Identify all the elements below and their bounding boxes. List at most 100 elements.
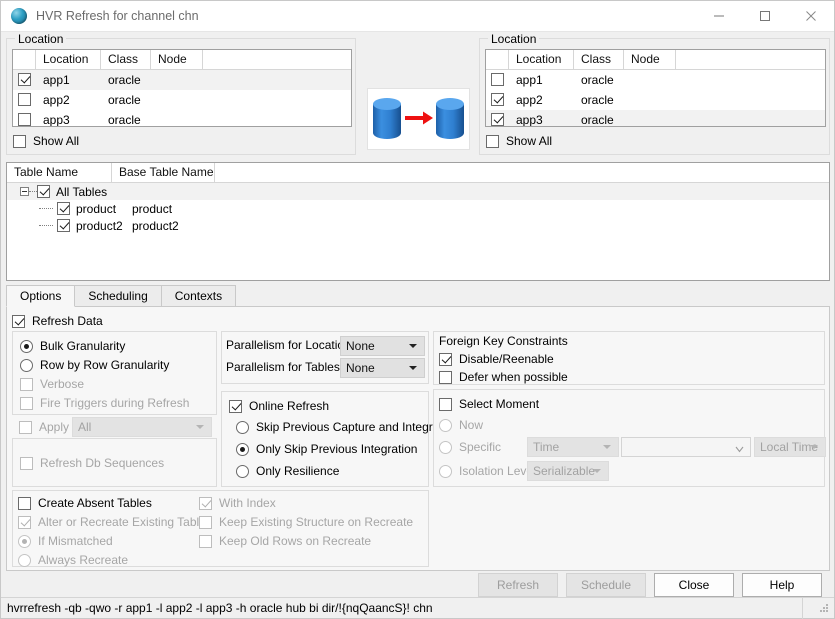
tab-options[interactable]: Options xyxy=(6,285,76,307)
source-col-location: Location xyxy=(36,50,101,70)
source-location-grid[interactable]: Location Class Node app1 oracle app2 ora… xyxy=(12,49,352,127)
select-moment-group: Select Moment Now Specific Time Local Ti… xyxy=(433,389,826,487)
chevron-down-icon xyxy=(593,469,601,473)
target-row-0-checkbox[interactable] xyxy=(486,70,509,90)
target-row-2-checkbox[interactable] xyxy=(486,110,509,126)
close-button[interactable]: Close xyxy=(654,573,734,597)
foreign-key-constraints-title: Foreign Key Constraints xyxy=(439,334,568,348)
target-col-location: Location xyxy=(509,50,574,70)
parallelism-tables-dropdown[interactable]: None xyxy=(340,358,425,378)
tree-item-all-tables[interactable]: All Tables xyxy=(7,183,829,200)
tab-contexts[interactable]: Contexts xyxy=(160,285,237,306)
table-row[interactable]: app1 oracle xyxy=(13,70,351,90)
minimize-icon[interactable] xyxy=(696,1,742,32)
moment-specific-label: Specific xyxy=(459,440,502,454)
target-col-node: Node xyxy=(624,50,676,70)
tables-header: Table Name Base Table Name xyxy=(7,163,829,183)
maximize-icon[interactable] xyxy=(742,1,788,32)
list-item[interactable]: product product xyxy=(7,200,829,217)
only-skip-previous-integration-radio[interactable]: Only Skip Previous Integration xyxy=(236,439,417,459)
table-row[interactable]: app3 oracle xyxy=(13,110,351,127)
close-icon[interactable] xyxy=(788,1,834,32)
with-index-checkbox: With Index xyxy=(199,493,276,513)
database-to-database-arrow xyxy=(367,88,470,150)
help-button[interactable]: Help xyxy=(742,573,822,597)
radio-dot xyxy=(439,440,452,454)
target-row-1-class: oracle xyxy=(581,93,614,107)
target-row-0-class: oracle xyxy=(581,73,614,87)
online-refresh-checkbox[interactable]: Online Refresh xyxy=(229,396,329,416)
target-row-2-class: oracle xyxy=(581,113,614,127)
parallelism-locations-dropdown[interactable]: None xyxy=(340,336,425,356)
row-by-row-granularity-radio[interactable]: Row by Row Granularity xyxy=(20,355,169,375)
chevron-down-icon xyxy=(196,425,204,429)
target-show-all-checkbox[interactable]: Show All xyxy=(486,131,552,151)
target-col-class: Class xyxy=(574,50,624,70)
source-col-node: Node xyxy=(151,50,203,70)
granularity-group: Bulk Granularity Row by Row Granularity … xyxy=(12,331,217,415)
resize-grip[interactable] xyxy=(816,600,832,616)
row-by-row-granularity-label: Row by Row Granularity xyxy=(40,358,170,372)
schedule-button[interactable]: Schedule xyxy=(566,573,646,597)
target-database-cylinder xyxy=(436,98,464,139)
defer-when-possible-checkbox[interactable]: Defer when possible xyxy=(439,367,568,387)
source-col-class: Class xyxy=(101,50,151,70)
radio-dot xyxy=(439,464,452,478)
tab-scheduling[interactable]: Scheduling xyxy=(74,285,162,306)
source-row-1-class: oracle xyxy=(108,93,141,107)
fire-triggers-checkbox: Fire Triggers during Refresh xyxy=(20,393,189,413)
source-row-0-location: app1 xyxy=(43,73,70,87)
create-absent-tables-checkbox[interactable]: Create Absent Tables xyxy=(18,493,152,513)
collapse-expander-icon[interactable] xyxy=(20,187,29,196)
checkbox-box xyxy=(439,352,452,366)
action-buttons: Refresh Schedule Close Help xyxy=(478,573,822,597)
skip-previous-capture-radio[interactable]: Skip Previous Capture and Integration xyxy=(236,417,459,437)
statusbar: hvrrefresh -qb -qwo -r app1 -l app2 -l a… xyxy=(1,597,834,619)
radio-dot xyxy=(439,418,452,432)
list-item[interactable]: product2 product2 xyxy=(7,217,829,234)
only-resilience-radio[interactable]: Only Resilience xyxy=(236,461,339,481)
source-row-1-checkbox[interactable] xyxy=(13,90,36,110)
refresh-button[interactable]: Refresh xyxy=(478,573,558,597)
target-location-grid[interactable]: Location Class Node app1 oracle app2 ora… xyxy=(485,49,826,127)
parallelism-locations-label: Parallelism for Locations xyxy=(226,338,357,352)
red-right-arrow xyxy=(405,111,433,125)
radio-dot xyxy=(18,534,31,548)
table-row[interactable]: app1 oracle xyxy=(486,70,825,90)
checkbox-box xyxy=(18,515,31,529)
source-show-all-checkbox[interactable]: Show All xyxy=(13,131,79,151)
source-row-0-checkbox[interactable] xyxy=(13,70,36,90)
table-row[interactable]: app2 oracle xyxy=(486,90,825,110)
alter-or-recreate-checkbox: Alter or Recreate Existing Tables xyxy=(18,512,212,532)
all-tables-checkbox[interactable] xyxy=(37,185,50,198)
if-mismatched-label: If Mismatched xyxy=(38,534,113,548)
tables-tree-grid[interactable]: Table Name Base Table Name All Tables pr… xyxy=(6,162,830,281)
table-product2-base-name: product2 xyxy=(132,218,179,233)
isolation-level-radio: Isolation Level xyxy=(439,461,536,481)
bulk-granularity-label: Bulk Granularity xyxy=(40,339,126,353)
table-row[interactable]: app2 oracle xyxy=(13,90,351,110)
bulk-granularity-radio[interactable]: Bulk Granularity xyxy=(20,336,125,356)
source-location-legend: Location xyxy=(15,32,67,46)
source-row-2-checkbox[interactable] xyxy=(13,110,36,126)
window-controls xyxy=(696,1,834,32)
titlebar: HVR Refresh for channel chn xyxy=(1,1,834,32)
table-row[interactable]: app3 oracle xyxy=(486,110,825,127)
tables-col-name: Table Name xyxy=(7,163,112,183)
table-product-checkbox[interactable] xyxy=(57,202,70,215)
apply-label: Apply xyxy=(39,420,70,434)
online-refresh-label: Online Refresh xyxy=(249,399,330,413)
transfer-graphic-svg xyxy=(373,98,464,139)
refresh-data-checkbox[interactable]: Refresh Data xyxy=(12,311,103,331)
radio-dot xyxy=(236,442,249,456)
target-row-2-location: app3 xyxy=(516,113,543,127)
if-mismatched-radio: If Mismatched xyxy=(18,531,113,551)
select-moment-checkbox[interactable]: Select Moment xyxy=(439,394,539,414)
checkbox-box xyxy=(199,534,212,548)
disable-reenable-checkbox[interactable]: Disable/Reenable xyxy=(439,349,554,369)
source-row-2-location: app3 xyxy=(43,113,70,127)
table-product2-checkbox[interactable] xyxy=(57,219,70,232)
refresh-data-label: Refresh Data xyxy=(32,314,103,328)
target-row-1-checkbox[interactable] xyxy=(486,90,509,110)
create-absent-tables-group: Create Absent Tables Alter or Recreate E… xyxy=(12,490,429,567)
